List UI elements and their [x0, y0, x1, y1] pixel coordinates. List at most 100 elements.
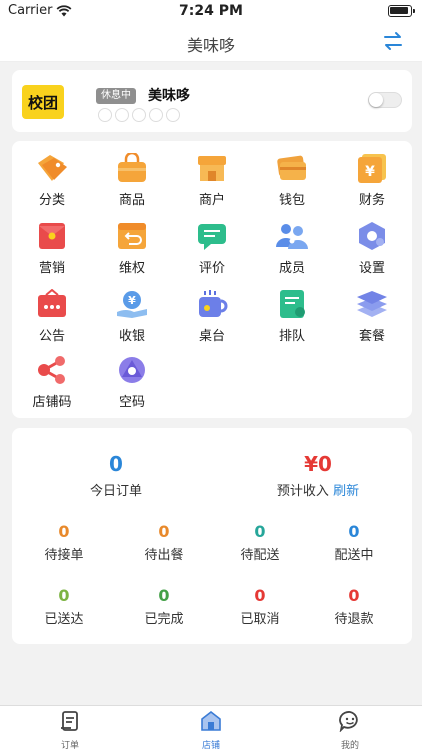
func-label: 评价	[198, 261, 225, 276]
store-card: 校团 休息中 美味哆	[12, 70, 412, 132]
stat-pending-refund[interactable]: 0 待退款	[306, 586, 402, 627]
tab-label: 订单	[60, 741, 79, 750]
cash-hand-icon: ¥	[117, 291, 147, 318]
svg-text:¥: ¥	[128, 294, 136, 307]
tag-icon	[38, 155, 67, 181]
status-badge: 休息中	[96, 88, 136, 104]
func-item-reviews[interactable]: 评价	[172, 213, 252, 277]
func-item-empty-code[interactable]: 空码	[92, 347, 172, 411]
expected-income: ¥0 预计收入 刷新	[218, 452, 418, 499]
bag-icon	[118, 153, 146, 182]
stat-label: 已完成	[144, 612, 184, 627]
func-item-cashier[interactable]: ¥ 收银	[92, 281, 172, 345]
yen-doc-icon: ¥	[358, 154, 386, 183]
stat-value: 0	[254, 522, 266, 541]
func-label: 店铺码	[32, 395, 72, 410]
stat-label: 待配送	[240, 548, 280, 563]
tab-store[interactable]: 店铺	[181, 710, 241, 750]
star-icon	[98, 108, 112, 122]
stat-pending-delivery[interactable]: 0 待配送	[212, 522, 308, 563]
func-item-wallet[interactable]: 钱包	[252, 145, 332, 209]
wallet-icon	[277, 155, 306, 180]
func-item-goods[interactable]: 商品	[92, 145, 172, 209]
expected-income-label: 预计收入	[276, 484, 329, 499]
store-icon	[201, 710, 221, 731]
func-item-notice[interactable]: 公告	[12, 281, 92, 345]
func-item-finance[interactable]: ¥ 财务	[332, 145, 412, 209]
stat-cancelled[interactable]: 0 已取消	[212, 586, 308, 627]
func-item-merchant[interactable]: 商户	[172, 145, 252, 209]
switch-arrows-icon[interactable]	[382, 30, 404, 52]
rating-stars	[98, 108, 180, 122]
func-label: 套餐	[358, 329, 385, 344]
func-label: 钱包	[278, 193, 305, 208]
stat-label: 待出餐	[144, 548, 184, 563]
func-label: 桌台	[198, 329, 225, 344]
func-item-rights[interactable]: 维权	[92, 213, 172, 277]
layers-icon	[357, 291, 387, 317]
function-grid: 分类 商品 商户 钱包 ¥ 财务 营销 维权 评价 成员 设置 公告 ¥ 收银 …	[12, 141, 412, 418]
today-orders-value: 0	[109, 452, 123, 476]
nav-bar: 美味哆	[0, 22, 422, 62]
stat-pending-accept[interactable]: 0 待接单	[16, 522, 112, 563]
stat-value: 0	[58, 586, 70, 605]
func-item-combo[interactable]: 套餐	[332, 281, 412, 345]
stat-delivered[interactable]: 0 已送达	[16, 586, 112, 627]
chat-bubble-icon	[198, 224, 226, 250]
func-label: 分类	[38, 193, 65, 208]
members-icon	[276, 224, 308, 249]
stat-value: 0	[158, 586, 170, 605]
today-orders[interactable]: 0 今日订单	[16, 452, 216, 499]
func-label: 商户	[198, 193, 225, 208]
stat-label: 配送中	[334, 548, 374, 563]
red-envelope-icon	[39, 223, 65, 249]
hexagon-gear-icon	[359, 222, 385, 250]
stat-completed[interactable]: 0 已完成	[116, 586, 212, 627]
tab-bar: 订单 店铺 我的	[0, 705, 422, 750]
refresh-link[interactable]: 刷新	[333, 484, 359, 499]
stat-label: 待接单	[44, 548, 84, 563]
tab-label: 店铺	[201, 741, 220, 750]
func-item-store-code[interactable]: 店铺码	[12, 347, 92, 411]
func-item-tables[interactable]: 桌台	[172, 281, 252, 345]
star-icon	[132, 108, 146, 122]
star-icon	[149, 108, 163, 122]
store-name: 美味哆	[148, 88, 190, 104]
announcement-icon	[38, 289, 66, 317]
battery-icon	[388, 5, 415, 17]
stat-label: 待退款	[334, 612, 374, 627]
func-item-members[interactable]: 成员	[252, 213, 332, 277]
store-open-toggle[interactable]	[368, 92, 402, 108]
stat-value: 0	[158, 522, 170, 541]
stat-label: 已取消	[240, 612, 280, 627]
tab-orders[interactable]: 订单	[40, 710, 100, 750]
func-label: 排队	[278, 329, 305, 344]
triangle-circle-icon	[119, 357, 145, 383]
return-box-icon	[118, 223, 146, 249]
func-item-marketing[interactable]: 营销	[12, 213, 92, 277]
func-item-settings[interactable]: 设置	[332, 213, 412, 277]
stat-pending-meal[interactable]: 0 待出餐	[116, 522, 212, 563]
func-label: 营销	[38, 261, 65, 276]
stat-label: 已送达	[44, 612, 84, 627]
status-bar: Carrier 7:24 PM	[0, 0, 422, 22]
smile-chat-icon	[339, 711, 358, 733]
stat-delivering[interactable]: 0 配送中	[306, 522, 402, 563]
tab-label: 我的	[340, 741, 359, 750]
func-item-category[interactable]: 分类	[12, 145, 92, 209]
today-orders-label: 今日订单	[89, 484, 142, 499]
star-icon	[166, 108, 180, 122]
func-label: 维权	[118, 261, 145, 276]
queue-doc-icon	[280, 290, 305, 318]
expected-income-value: ¥0	[304, 452, 332, 476]
func-item-queue[interactable]: 排队	[252, 281, 332, 345]
stat-value: 0	[348, 522, 360, 541]
order-doc-icon	[61, 711, 78, 731]
func-label: 收银	[118, 329, 145, 344]
share-icon	[38, 356, 65, 384]
func-label: 成员	[278, 261, 305, 276]
stat-value: 0	[254, 586, 266, 605]
page-title: 美味哆	[186, 36, 235, 55]
svg-text:¥: ¥	[365, 164, 375, 180]
tab-mine[interactable]: 我的	[320, 710, 380, 750]
